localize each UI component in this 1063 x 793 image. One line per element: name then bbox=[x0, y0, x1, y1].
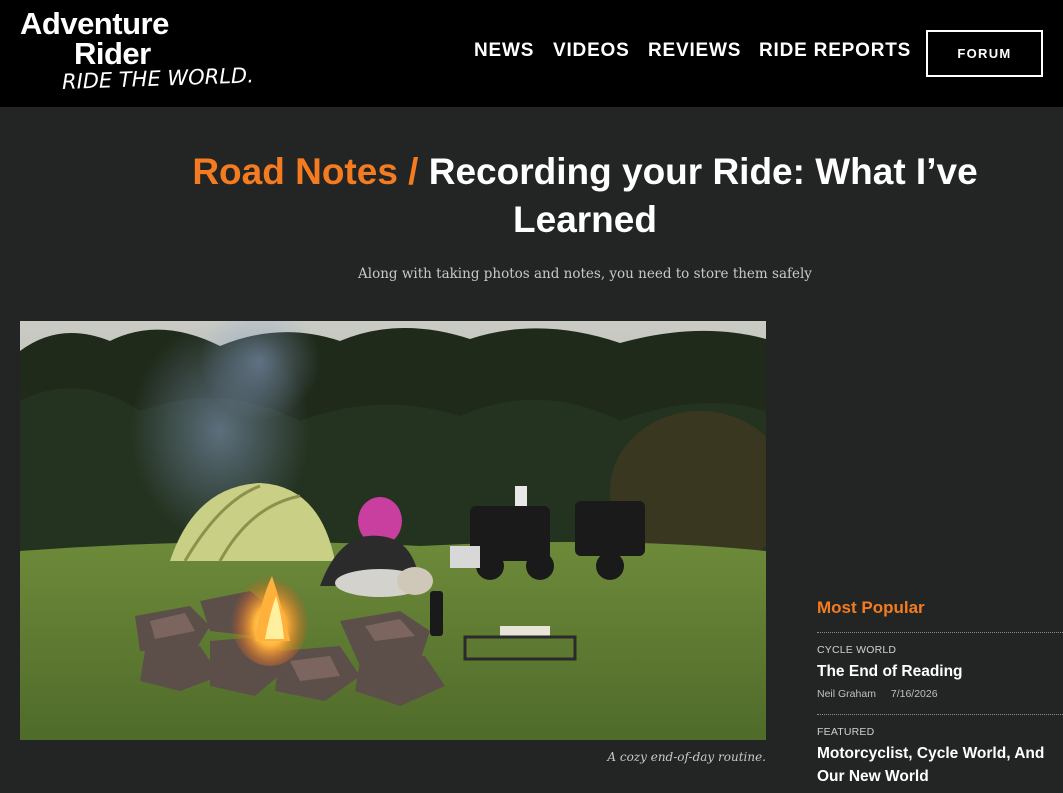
popular-item-source: CYCLE WORLD bbox=[817, 644, 897, 656]
popular-item[interactable]: FEATURED Motorcyclist, Cycle World, And … bbox=[817, 714, 1063, 793]
campsite-photo bbox=[20, 321, 766, 740]
nav-ride-reports[interactable]: RIDE REPORTS bbox=[759, 40, 911, 62]
popular-item-meta: Neil Graham 7/16/2026 bbox=[817, 688, 1063, 700]
image-caption: A cozy end-of-day routine. bbox=[607, 750, 766, 764]
article-category-link[interactable]: Road Notes / bbox=[192, 151, 418, 192]
site-header: Adventure Rider RIDE THE WORLD. NEWS VID… bbox=[0, 0, 1063, 107]
popular-item[interactable]: CYCLE WORLD The End of Reading Neil Grah… bbox=[817, 632, 1063, 714]
logo-line2: Rider bbox=[74, 36, 151, 71]
article-title-text: Recording your Ride: What I’ve Learned bbox=[428, 151, 978, 240]
nav-videos[interactable]: VIDEOS bbox=[553, 40, 630, 62]
site-logo[interactable]: Adventure Rider RIDE THE WORLD. bbox=[20, 8, 254, 100]
popular-item-title[interactable]: Motorcyclist, Cycle World, And Our New W… bbox=[817, 742, 1063, 788]
nav-news[interactable]: NEWS bbox=[474, 40, 534, 62]
article-title: Road Notes / Recording your Ride: What I… bbox=[120, 148, 1050, 244]
article-subtitle: Along with taking photos and notes, you … bbox=[358, 266, 812, 282]
hero-image bbox=[20, 321, 766, 740]
most-popular-sidebar: Most Popular CYCLE WORLD The End of Read… bbox=[817, 596, 1063, 793]
popular-item-date: 7/16/2026 bbox=[890, 688, 938, 700]
most-popular-heading: Most Popular bbox=[817, 598, 925, 617]
nav-reviews[interactable]: REVIEWS bbox=[648, 40, 741, 62]
popular-item-author: Neil Graham bbox=[817, 688, 876, 700]
popular-item-source: FEATURED bbox=[817, 726, 875, 738]
popular-item-title[interactable]: The End of Reading bbox=[817, 660, 1063, 683]
forum-button[interactable]: FORUM bbox=[926, 30, 1043, 77]
